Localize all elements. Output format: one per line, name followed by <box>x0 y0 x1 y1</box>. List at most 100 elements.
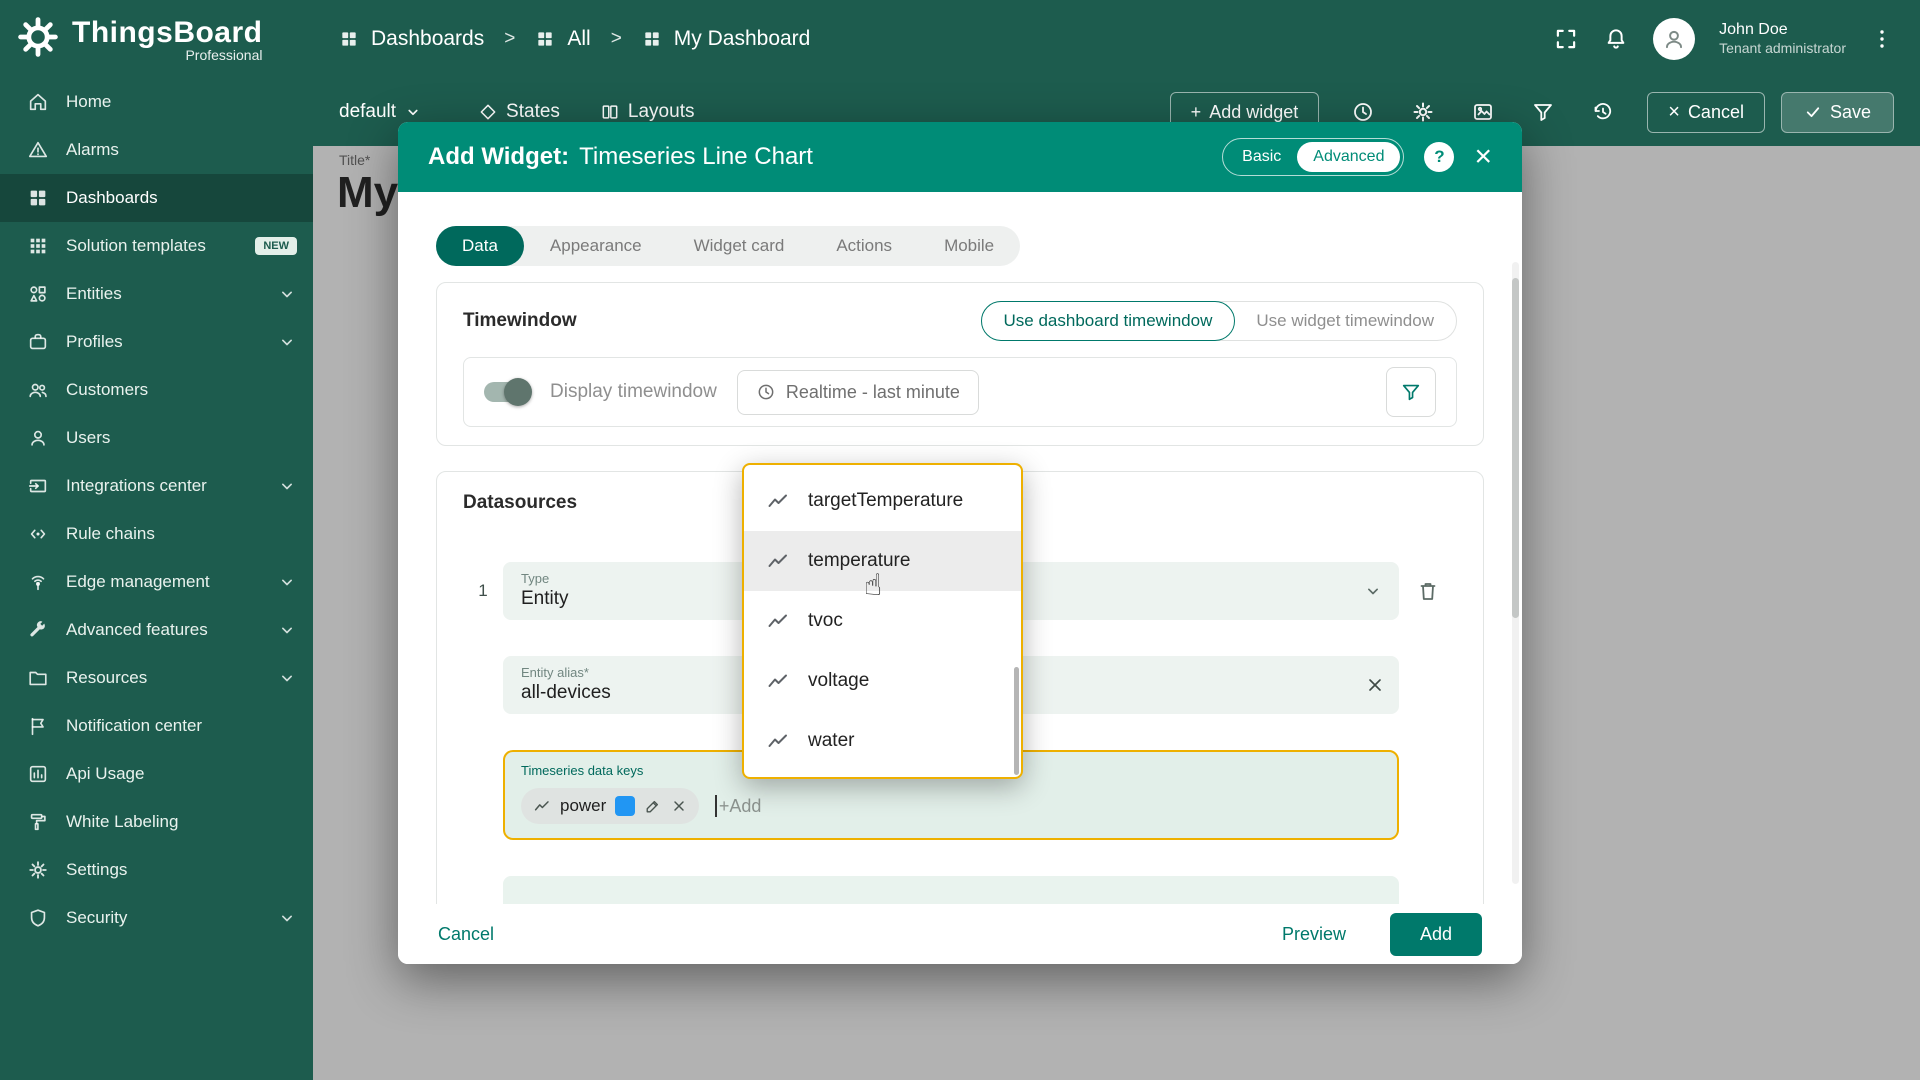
code-icon <box>26 522 50 546</box>
sidebar-item-alarms[interactable]: Alarms <box>0 126 313 174</box>
clock-icon <box>756 382 776 402</box>
sidebar-item-dashboards[interactable]: Dashboards <box>0 174 313 222</box>
brand-logo[interactable]: ThingsBoard Professional <box>0 0 313 78</box>
sidebar-item-notification-center[interactable]: Notification center <box>0 702 313 750</box>
mode-toggle-group: Basic Advanced <box>1222 138 1405 176</box>
people-icon <box>26 378 50 402</box>
sidebar-item-users[interactable]: Users <box>0 414 313 462</box>
line-chart-icon <box>766 549 790 573</box>
chart-box-icon <box>26 762 50 786</box>
wrench-icon <box>26 618 50 642</box>
manage-states-button[interactable]: States <box>478 101 560 123</box>
add-key-input[interactable]: +Add <box>715 795 761 817</box>
tab-mobile[interactable]: Mobile <box>918 226 1020 266</box>
key-color-swatch[interactable] <box>615 796 636 816</box>
apps-grid-icon <box>26 234 50 258</box>
home-icon <box>26 90 50 114</box>
sidebar-item-home[interactable]: Home <box>0 78 313 126</box>
close-icon[interactable]: × <box>1474 142 1492 172</box>
key-option-water[interactable]: water <box>744 711 1021 771</box>
key-option-temperature[interactable]: temperature <box>744 531 1021 591</box>
datasource-row-index: 1 <box>478 581 488 600</box>
remove-key-icon[interactable] <box>671 798 687 814</box>
sidebar-item-api-usage[interactable]: Api Usage <box>0 750 313 798</box>
chevron-down-icon[interactable] <box>1363 581 1383 601</box>
advanced-mode-toggle[interactable]: Advanced <box>1297 142 1401 172</box>
warning-icon <box>26 138 50 162</box>
sidebar-item-rule-chains[interactable]: Rule chains <box>0 510 313 558</box>
timewindow-clock-icon[interactable] <box>1351 100 1375 124</box>
manage-layouts-button[interactable]: Layouts <box>600 101 694 123</box>
user-avatar[interactable] <box>1653 18 1696 60</box>
dashboard-group-icon <box>535 29 555 49</box>
dashboard-image-icon[interactable] <box>1471 100 1495 124</box>
text-cursor <box>715 795 717 817</box>
edit-key-icon[interactable] <box>644 797 662 815</box>
dialog-add-button[interactable]: Add <box>1389 912 1482 956</box>
user-info: John Doe Tenant administrator <box>1719 20 1846 58</box>
tab-widget-card[interactable]: Widget card <box>668 226 811 266</box>
use-dashboard-timewindow-option[interactable]: Use dashboard timewindow <box>980 301 1236 341</box>
sidebar-item-solution-templates[interactable]: Solution templates NEW <box>0 222 313 270</box>
person-icon <box>26 426 50 450</box>
fullscreen-icon[interactable] <box>1553 26 1579 52</box>
timewindow-source-toggle: Use dashboard timewindow Use widget time… <box>980 301 1457 341</box>
clear-alias-icon[interactable] <box>1365 675 1385 695</box>
tab-appearance[interactable]: Appearance <box>524 226 668 266</box>
sidebar-item-advanced-features[interactable]: Advanced features <box>0 606 313 654</box>
toolbar-cancel-button[interactable]: × Cancel <box>1647 91 1765 133</box>
help-icon[interactable]: ? <box>1424 142 1455 172</box>
basic-mode-toggle[interactable]: Basic <box>1226 142 1297 172</box>
breadcrumb-dashboards[interactable]: Dashboards <box>371 27 484 51</box>
sidebar-item-entities[interactable]: Entities <box>0 270 313 318</box>
brand-edition: Professional <box>185 46 263 63</box>
timewindow-section: Timewindow Use dashboard timewindow Use … <box>436 282 1484 446</box>
state-selector[interactable]: default <box>339 101 422 123</box>
dropdown-scrollbar-thumb[interactable] <box>1014 667 1019 775</box>
breadcrumb-all[interactable]: All <box>567 27 590 51</box>
modal-scrollbar-thumb[interactable] <box>1512 278 1519 618</box>
display-timewindow-toggle[interactable] <box>484 378 532 406</box>
dashboards-icon <box>339 29 359 49</box>
realtime-timewindow-button[interactable]: Realtime - last minute <box>736 369 979 415</box>
key-option-targettemperature[interactable]: targetTemperature <box>744 471 1021 531</box>
display-timewindow-label: Display timewindow <box>550 381 717 402</box>
datasources-heading: Datasources <box>463 492 578 513</box>
thingsboard-gear-icon <box>16 15 60 64</box>
toolbar-save-button[interactable]: Save <box>1780 91 1894 133</box>
filter-icon[interactable] <box>1531 100 1555 124</box>
timewindow-filter-button[interactable] <box>1386 367 1436 417</box>
use-widget-timewindow-option[interactable]: Use widget timewindow <box>1234 302 1456 340</box>
tab-data[interactable]: Data <box>436 226 524 266</box>
sidebar-item-customers[interactable]: Customers <box>0 366 313 414</box>
plus-icon: + <box>1190 101 1202 122</box>
chevron-down-icon <box>277 668 297 688</box>
sidebar-item-edge-management[interactable]: Edge management <box>0 558 313 606</box>
delete-datasource-icon[interactable] <box>1399 579 1457 603</box>
input-icon <box>26 474 50 498</box>
sidebar-item-integrations-center[interactable]: Integrations center <box>0 462 313 510</box>
breadcrumb: Dashboards > All > My Dashboard <box>339 27 810 51</box>
notifications-bell-icon[interactable] <box>1603 26 1629 52</box>
key-option-tvoc[interactable]: tvoc <box>744 591 1021 651</box>
sidebar-item-white-labeling[interactable]: White Labeling <box>0 798 313 846</box>
dialog-cancel-button[interactable]: Cancel <box>438 924 494 945</box>
dialog-preview-button[interactable]: Preview <box>1282 924 1346 945</box>
briefcase-icon <box>26 330 50 354</box>
timewindow-heading: Timewindow <box>463 310 577 331</box>
dashboards-icon <box>26 186 50 210</box>
pointer-cursor: ☝ <box>864 568 883 603</box>
sidebar-item-security[interactable]: Security <box>0 894 313 942</box>
key-option-voltage[interactable]: voltage <box>744 651 1021 711</box>
sidebar-item-profiles[interactable]: Profiles <box>0 318 313 366</box>
kebab-menu-icon[interactable] <box>1870 27 1894 51</box>
brand-name: ThingsBoard <box>72 15 263 49</box>
tab-actions[interactable]: Actions <box>810 226 918 266</box>
folder-icon <box>26 666 50 690</box>
data-key-chip[interactable]: power <box>521 788 700 824</box>
dashboard-settings-gear-icon[interactable] <box>1411 100 1435 124</box>
sidebar-item-settings[interactable]: Settings <box>0 846 313 894</box>
sidebar-item-resources[interactable]: Resources <box>0 654 313 702</box>
sidebar: ThingsBoard Professional Home Alarms Das… <box>0 0 313 1080</box>
history-icon[interactable] <box>1591 100 1615 124</box>
